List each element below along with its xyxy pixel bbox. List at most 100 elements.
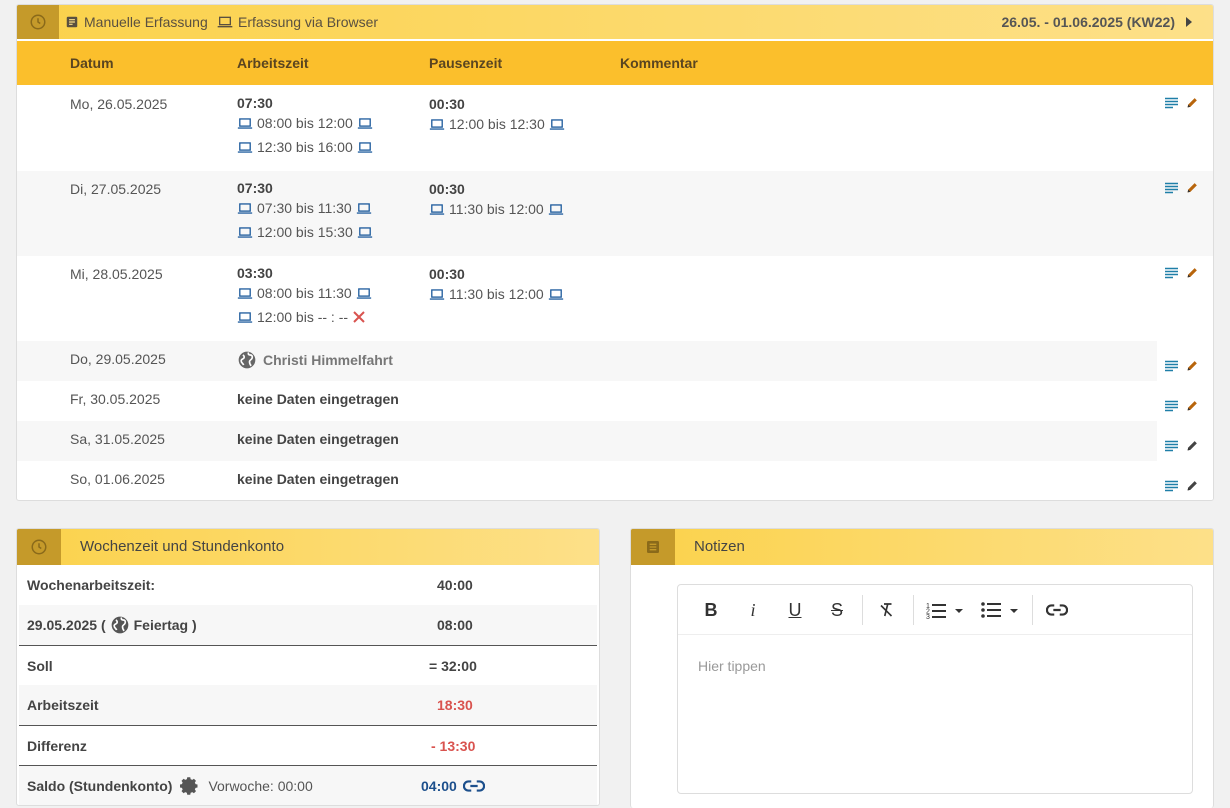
- row-value: 18:30: [437, 697, 473, 713]
- week-navigation[interactable]: 26.05. - 01.06.2025 (KW22): [1001, 5, 1193, 39]
- laptop-icon: [237, 311, 253, 324]
- row-value: 40:00: [437, 577, 473, 593]
- work-interval[interactable]: 12:00 bis -- : --: [237, 305, 372, 329]
- laptop-icon: [548, 288, 564, 301]
- comment-icon[interactable]: [1165, 267, 1178, 279]
- edit-icon[interactable]: [1186, 266, 1199, 279]
- holiday-name: Christi Himmelfahrt: [263, 352, 393, 368]
- caret-right-icon[interactable]: [1185, 16, 1193, 28]
- row-date: Fr, 30.05.2025: [70, 391, 161, 407]
- no-data-text: keine Daten eingetragen: [237, 391, 399, 407]
- work-total: 07:30: [237, 180, 273, 196]
- comment-icon[interactable]: [1165, 480, 1178, 492]
- row-actions: [1165, 181, 1199, 194]
- col-arbeitszeit: Arbeitszeit: [237, 55, 309, 71]
- interval-text: 08:00 bis 11:30: [257, 285, 352, 301]
- work-interval[interactable]: 08:00 bis 11:30: [237, 281, 372, 305]
- edit-icon[interactable]: [1186, 96, 1199, 109]
- row-date: Sa, 31.05.2025: [70, 431, 165, 447]
- toolbar-separator: [913, 595, 914, 625]
- no-data-text: keine Daten eingetragen: [237, 431, 399, 447]
- work-total: 07:30: [237, 95, 273, 111]
- holiday-cell: Christi Himmelfahrt: [237, 350, 393, 370]
- bold-button[interactable]: B: [698, 597, 724, 623]
- table-row: Sa, 31.05.2025 keine Daten eingetragen: [17, 421, 1213, 461]
- work-interval[interactable]: 07:30 bis 11:30: [237, 196, 373, 220]
- pause-total: 00:30: [429, 266, 465, 282]
- laptop-icon: [429, 203, 445, 216]
- pause-interval[interactable]: 11:30 bis 12:00: [429, 197, 564, 221]
- row-actions: [1165, 439, 1199, 452]
- laptop-icon: [356, 202, 372, 215]
- action-strip: [1157, 341, 1213, 500]
- globe-icon: [237, 350, 257, 370]
- comment-icon[interactable]: [1165, 360, 1178, 372]
- laptop-icon: [429, 118, 445, 131]
- row-date: Mo, 26.05.2025: [70, 96, 168, 112]
- laptop-icon: [237, 226, 253, 239]
- laptop-icon: [549, 118, 565, 131]
- pause-interval[interactable]: 11:30 bis 12:00: [429, 282, 564, 306]
- interval-text: 11:30 bis 12:00: [449, 286, 544, 302]
- laptop-icon: [356, 287, 372, 300]
- comment-icon[interactable]: [1165, 440, 1178, 452]
- laptop-icon: [237, 117, 253, 130]
- week-header: Manuelle Erfassung Erfassung via Browser…: [17, 5, 1213, 39]
- interval-text: 12:00 bis -- : --: [257, 309, 349, 325]
- edit-icon[interactable]: [1186, 399, 1199, 412]
- konto-title: Wochenzeit und Stundenkonto: [80, 538, 285, 555]
- edit-icon[interactable]: [1186, 479, 1199, 492]
- row-date: So, 01.06.2025: [70, 471, 165, 487]
- clock-icon: [17, 5, 59, 39]
- work-interval[interactable]: 08:00 bis 12:00: [237, 111, 373, 135]
- konto-row: Soll = 32:00: [19, 645, 597, 685]
- notes-editor[interactable]: B i U S 123 Hier tippen: [677, 584, 1193, 794]
- laptop-icon: [237, 141, 253, 154]
- feiertag-date: 29.05.2025 (: [27, 617, 106, 633]
- konto-row: Wochenarbeitszeit: 40:00: [19, 565, 597, 605]
- strikethrough-button[interactable]: S: [824, 597, 850, 623]
- edit-icon[interactable]: [1186, 439, 1199, 452]
- table-header: Datum Arbeitszeit Pausenzeit Kommentar: [17, 41, 1213, 85]
- work-interval[interactable]: 12:30 bis 16:00: [237, 135, 373, 159]
- table-row: Do, 29.05.2025 Christi Himmelfahrt: [17, 341, 1213, 381]
- underline-button[interactable]: U: [782, 597, 808, 623]
- konto-row: 29.05.2025 ( Feiertag ) 08:00: [19, 605, 597, 645]
- laptop-icon: [357, 141, 373, 154]
- row-value: - 13:30: [431, 738, 476, 754]
- pause-total: 00:30: [429, 96, 465, 112]
- comment-icon[interactable]: [1165, 400, 1178, 412]
- saldo-value[interactable]: 04:00: [421, 766, 485, 805]
- comment-icon[interactable]: [1165, 182, 1178, 194]
- row-actions: [1165, 479, 1199, 492]
- pause-interval[interactable]: 12:00 bis 12:30: [429, 112, 565, 136]
- row-label: 29.05.2025 ( Feiertag ): [27, 605, 197, 645]
- edit-icon[interactable]: [1186, 359, 1199, 372]
- col-kommentar: Kommentar: [620, 55, 698, 71]
- pause-total: 00:30: [429, 181, 465, 197]
- edit-icon[interactable]: [1186, 181, 1199, 194]
- work-interval[interactable]: 12:00 bis 15:30: [237, 220, 373, 244]
- toolbar-separator: [1032, 595, 1033, 625]
- clear-format-button[interactable]: [874, 597, 900, 623]
- interval-text: 07:30 bis 11:30: [257, 200, 352, 216]
- editor-placeholder: Hier tippen: [698, 658, 766, 674]
- table-row: Fr, 30.05.2025 keine Daten eingetragen: [17, 381, 1213, 421]
- ordered-list-button[interactable]: 123: [925, 597, 965, 623]
- link-button[interactable]: [1044, 597, 1070, 623]
- row-label: Wochenarbeitszeit:: [27, 577, 156, 593]
- no-data-text: keine Daten eingetragen: [237, 471, 399, 487]
- italic-button[interactable]: i: [740, 597, 766, 623]
- link-icon[interactable]: [462, 779, 485, 793]
- interval-text: 12:00 bis 15:30: [257, 224, 353, 240]
- comment-icon[interactable]: [1165, 97, 1178, 109]
- close-icon[interactable]: [352, 310, 366, 324]
- work-total: 03:30: [237, 265, 273, 281]
- laptop-icon: [357, 226, 373, 239]
- week-range: 26.05. - 01.06.2025 (KW22): [1001, 14, 1175, 30]
- bullet-list-button[interactable]: [980, 597, 1020, 623]
- konto-row: Arbeitszeit 18:30: [19, 685, 597, 725]
- gear-icon[interactable]: [180, 776, 200, 796]
- table-row: Mo, 26.05.2025 07:30 08:00 bis 12:00 12:…: [17, 86, 1213, 171]
- row-value: 08:00: [437, 617, 473, 633]
